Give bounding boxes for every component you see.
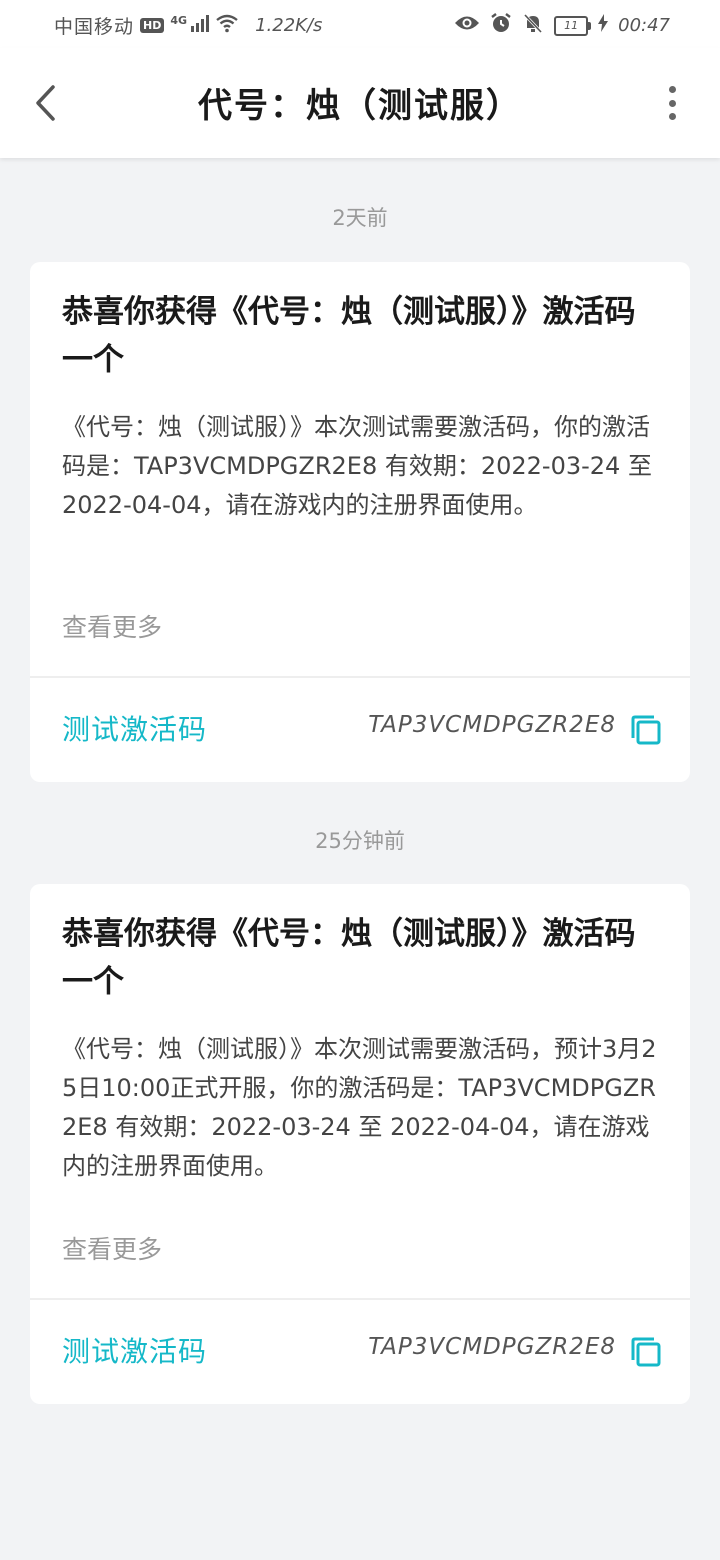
message-timestamp: 25分钟前 [315,829,405,853]
back-button[interactable] [22,78,68,128]
message-title: 恭喜你获得《代号：烛（测试服）》激活码一个 [62,294,636,378]
more-options-button[interactable] [662,86,682,120]
message-card: 恭喜你获得《代号：烛（测试服）》激活码一个 《代号：烛（测试服）》本次测试需要激… [30,262,690,782]
signal-icon: 4G [170,14,210,37]
card-footer: 测试激活码 TAP3VCMDPGZR2E8 [30,678,690,782]
message-body: 《代号：烛（测试服）》本次测试需要激活码，预计3月25日10:00正式开服，你的… [62,1035,657,1180]
see-more-link[interactable]: 查看更多 [62,1230,162,1266]
copy-button[interactable] [630,714,662,746]
message-body: 《代号：烛（测试服）》本次测试需要激活码，你的激活码是：TAP3VCMDPGZR… [62,413,652,519]
status-left: 中国移动 HD 4G 1.22K/s [54,12,322,39]
carrier-name: 中国移动 [54,16,135,38]
page-title: 代号：烛（测试服） [198,86,522,126]
status-bar: 中国移动 HD 4G 1.22K/s 11 00:47 [0,0,720,48]
activation-code-value: TAP3VCMDPGZR2E8 [368,1334,616,1360]
alarm-icon [490,12,512,39]
activation-code-value: TAP3VCMDPGZR2E8 [368,712,616,738]
copy-icon [631,1337,661,1367]
wifi-icon [215,13,239,38]
activation-code-label: 测试激活码 [62,713,208,746]
bell-muted-icon [522,12,544,39]
hd-badge: HD [140,18,165,33]
network-speed: 1.22K/s [255,15,323,36]
message-timestamp: 2天前 [332,206,388,230]
more-vertical-icon [668,86,676,93]
clock: 00:47 [618,15,670,36]
copy-icon [631,715,661,745]
activation-code-label: 测试激活码 [62,1335,208,1368]
card-footer: 测试激活码 TAP3VCMDPGZR2E8 [30,1300,690,1404]
eye-icon [454,14,480,37]
copy-button[interactable] [630,1336,662,1368]
charging-icon [598,14,609,37]
app-header: 代号：烛（测试服） [0,48,720,158]
message-title: 恭喜你获得《代号：烛（测试服）》激活码一个 [62,916,636,1000]
see-more-link[interactable]: 查看更多 [62,608,162,644]
network-type: 4G [170,14,188,27]
status-right: 11 00:47 [454,12,670,39]
back-arrow-icon [36,85,55,121]
battery-icon: 11 [554,15,592,36]
message-card: 恭喜你获得《代号：烛（测试服）》激活码一个 《代号：烛（测试服）》本次测试需要激… [30,884,690,1404]
